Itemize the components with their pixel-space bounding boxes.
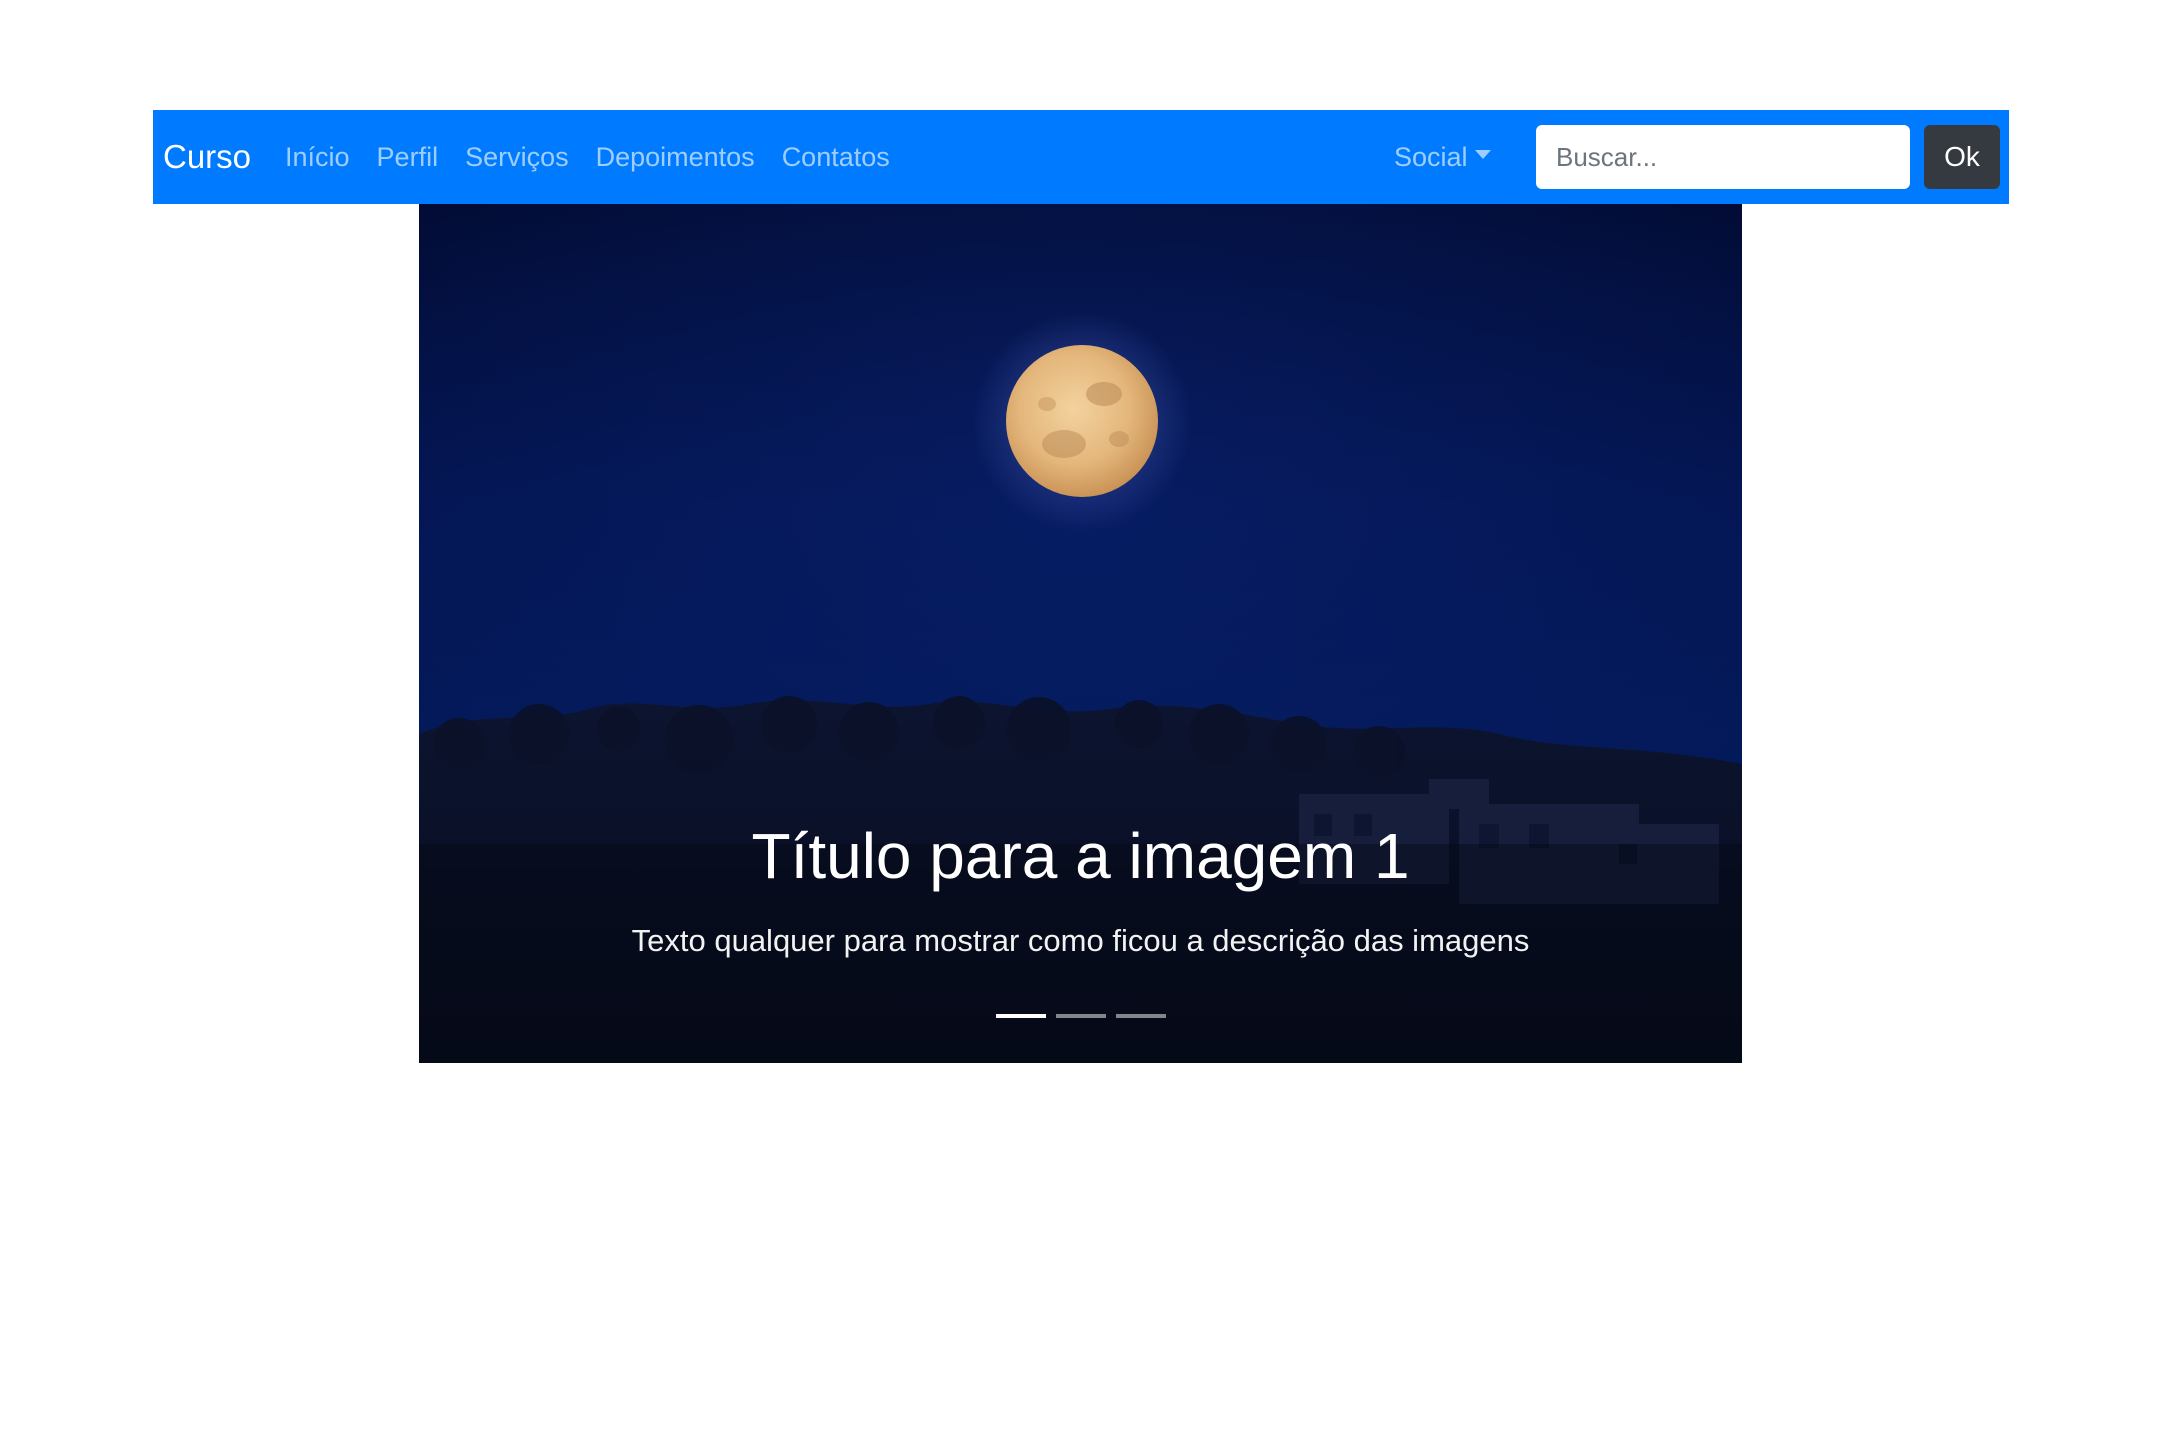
nav-link-perfil[interactable]: Perfil	[377, 142, 439, 173]
nav-links: Início Perfil Serviços Depoimentos Conta…	[285, 110, 917, 204]
search-submit-button[interactable]: Ok	[1924, 125, 2000, 189]
slide-description: Texto qualquer para mostrar como ficou a…	[631, 923, 1530, 958]
nav-link-depoimentos[interactable]: Depoimentos	[596, 142, 755, 173]
navbar-brand[interactable]: Curso	[163, 110, 251, 204]
social-dropdown-label: Social	[1394, 141, 1468, 172]
carousel-indicators	[419, 1014, 1742, 1018]
carousel-indicator-2[interactable]	[1055, 1014, 1106, 1018]
slide-title: Título para a imagem 1	[751, 820, 1410, 892]
carousel-caption: Título para a imagem 1 Texto qualquer pa…	[419, 824, 1742, 959]
carousel-indicator-1[interactable]	[995, 1014, 1046, 1018]
image-carousel: Título para a imagem 1 Texto qualquer pa…	[419, 204, 1742, 1063]
navbar: Curso Início Perfil Serviços Depoimentos…	[153, 110, 2009, 204]
search-input[interactable]	[1536, 125, 1910, 189]
social-dropdown[interactable]: Social	[1394, 110, 1491, 204]
nav-link-inicio[interactable]: Início	[285, 142, 350, 173]
carousel-indicator-3[interactable]	[1115, 1014, 1166, 1018]
nav-link-contatos[interactable]: Contatos	[782, 142, 890, 173]
caret-down-icon	[1474, 149, 1491, 159]
nav-link-servicos[interactable]: Serviços	[465, 142, 569, 173]
